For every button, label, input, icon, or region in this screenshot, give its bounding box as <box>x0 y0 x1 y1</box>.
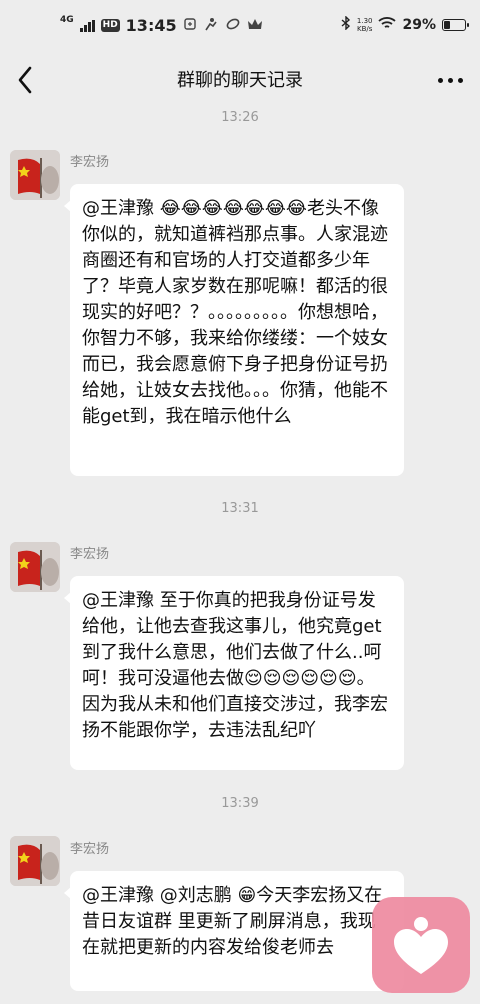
more-dot-icon <box>447 77 453 83</box>
timestamp: 13:31 <box>221 501 259 516</box>
more-dot-icon <box>457 77 463 83</box>
avatar[interactable] <box>10 836 60 886</box>
network-type-label: 4G <box>60 15 74 25</box>
heart-person-icon <box>394 917 448 974</box>
message-bubble[interactable]: @王津豫 至于你真的把我身份证号发给他，让他去查我这事儿，他究竟get到了我什么… <box>64 576 404 770</box>
flag-avatar-icon <box>10 836 60 886</box>
crown-icon <box>247 18 263 34</box>
hd-badge: HD <box>100 19 120 32</box>
network-speed: 1.30 KB/s <box>357 17 373 33</box>
sender-name: 李宏扬 <box>70 842 110 857</box>
status-bar: 4G HD 13:45 1.30 KB/s 29% <box>0 0 480 54</box>
floating-heart-button[interactable] <box>372 897 470 993</box>
status-right: 1.30 KB/s 29% <box>341 15 469 34</box>
notification-icon <box>183 17 197 35</box>
timestamp: 13:26 <box>221 110 259 125</box>
avatar[interactable] <box>10 150 60 200</box>
battery-fill <box>444 21 450 29</box>
flag-avatar-icon <box>10 150 60 200</box>
timestamp: 13:39 <box>221 796 259 811</box>
message-bubble[interactable]: @王津豫 😂😂😂😂😂😂😂老头不像你似的，就知道裤裆那点事。人家混迹商圈还有和官场… <box>64 184 404 476</box>
network-speed-unit: KB/s <box>356 25 373 33</box>
signal-icon <box>79 19 95 32</box>
network-speed-value: 1.30 <box>356 17 373 25</box>
more-options-button[interactable] <box>430 60 470 100</box>
battery-percent: 29% <box>402 17 436 33</box>
nav-bar: 群聊的聊天记录 <box>0 54 480 106</box>
wifi-icon <box>378 16 397 34</box>
battery-icon <box>442 19 469 31</box>
app-running-icon <box>203 17 219 35</box>
sync-icon <box>225 17 241 35</box>
page-title: 群聊的聊天记录 <box>177 70 303 91</box>
status-left: 4G HD 13:45 <box>60 16 263 35</box>
more-dot-icon <box>437 77 443 83</box>
bluetooth-icon <box>341 15 351 34</box>
flag-avatar-icon <box>10 542 60 592</box>
status-time: 13:45 <box>125 16 177 35</box>
sender-name: 李宏扬 <box>70 547 110 562</box>
sender-name: 李宏扬 <box>70 155 110 170</box>
message-bubble[interactable]: @王津豫 @刘志鹏 😁今天李宏扬又在 昔日友谊群 里更新了刷屏消息，我现在就把更… <box>64 871 404 991</box>
avatar[interactable] <box>10 542 60 592</box>
